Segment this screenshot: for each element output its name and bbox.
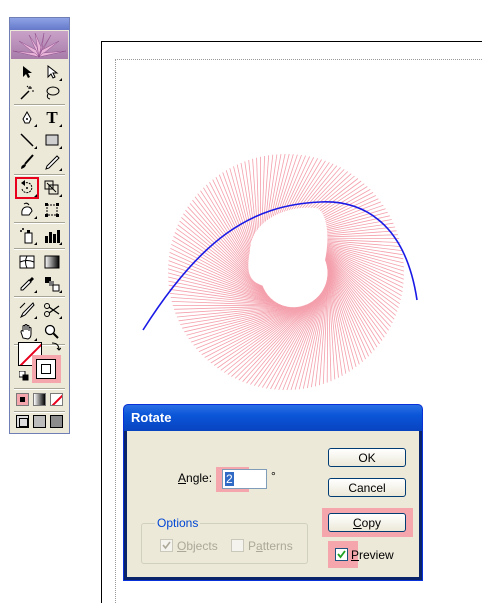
preview-label: Preview: [351, 548, 394, 562]
degree-symbol: °: [271, 469, 276, 483]
patterns-checkbox[interactable]: [231, 539, 244, 552]
rotate-dialog: Rotate Angle: 2 ° OK Cancel Copy Options…: [123, 404, 423, 581]
patterns-label: Patterns: [248, 539, 293, 553]
rotated-copies-pattern: [167, 153, 405, 391]
ok-button[interactable]: OK: [328, 448, 406, 467]
dialog-title-bar[interactable]: Rotate: [124, 405, 422, 431]
rotated-copy-line: [210, 305, 305, 364]
options-legend: Options: [155, 516, 201, 530]
cancel-button[interactable]: Cancel: [328, 478, 406, 497]
copy-button[interactable]: Copy: [328, 513, 406, 532]
objects-checkbox[interactable]: [160, 539, 173, 552]
checkmark-icon: [337, 550, 346, 559]
rotated-copy-line: [204, 305, 303, 358]
rotated-copy-line: [282, 287, 325, 391]
dialog-title: Rotate: [131, 410, 172, 425]
dialog-body: Angle: 2 ° OK Cancel Copy Options Object…: [127, 431, 419, 577]
preview-checkbox[interactable]: [335, 548, 348, 561]
checkmark-icon: [162, 541, 171, 550]
objects-label: Objects: [177, 539, 218, 553]
angle-input[interactable]: 2: [222, 469, 267, 489]
rotated-copy-line: [298, 282, 327, 390]
angle-label: Angle:: [178, 471, 213, 485]
angle-value-selected: 2: [225, 472, 234, 486]
